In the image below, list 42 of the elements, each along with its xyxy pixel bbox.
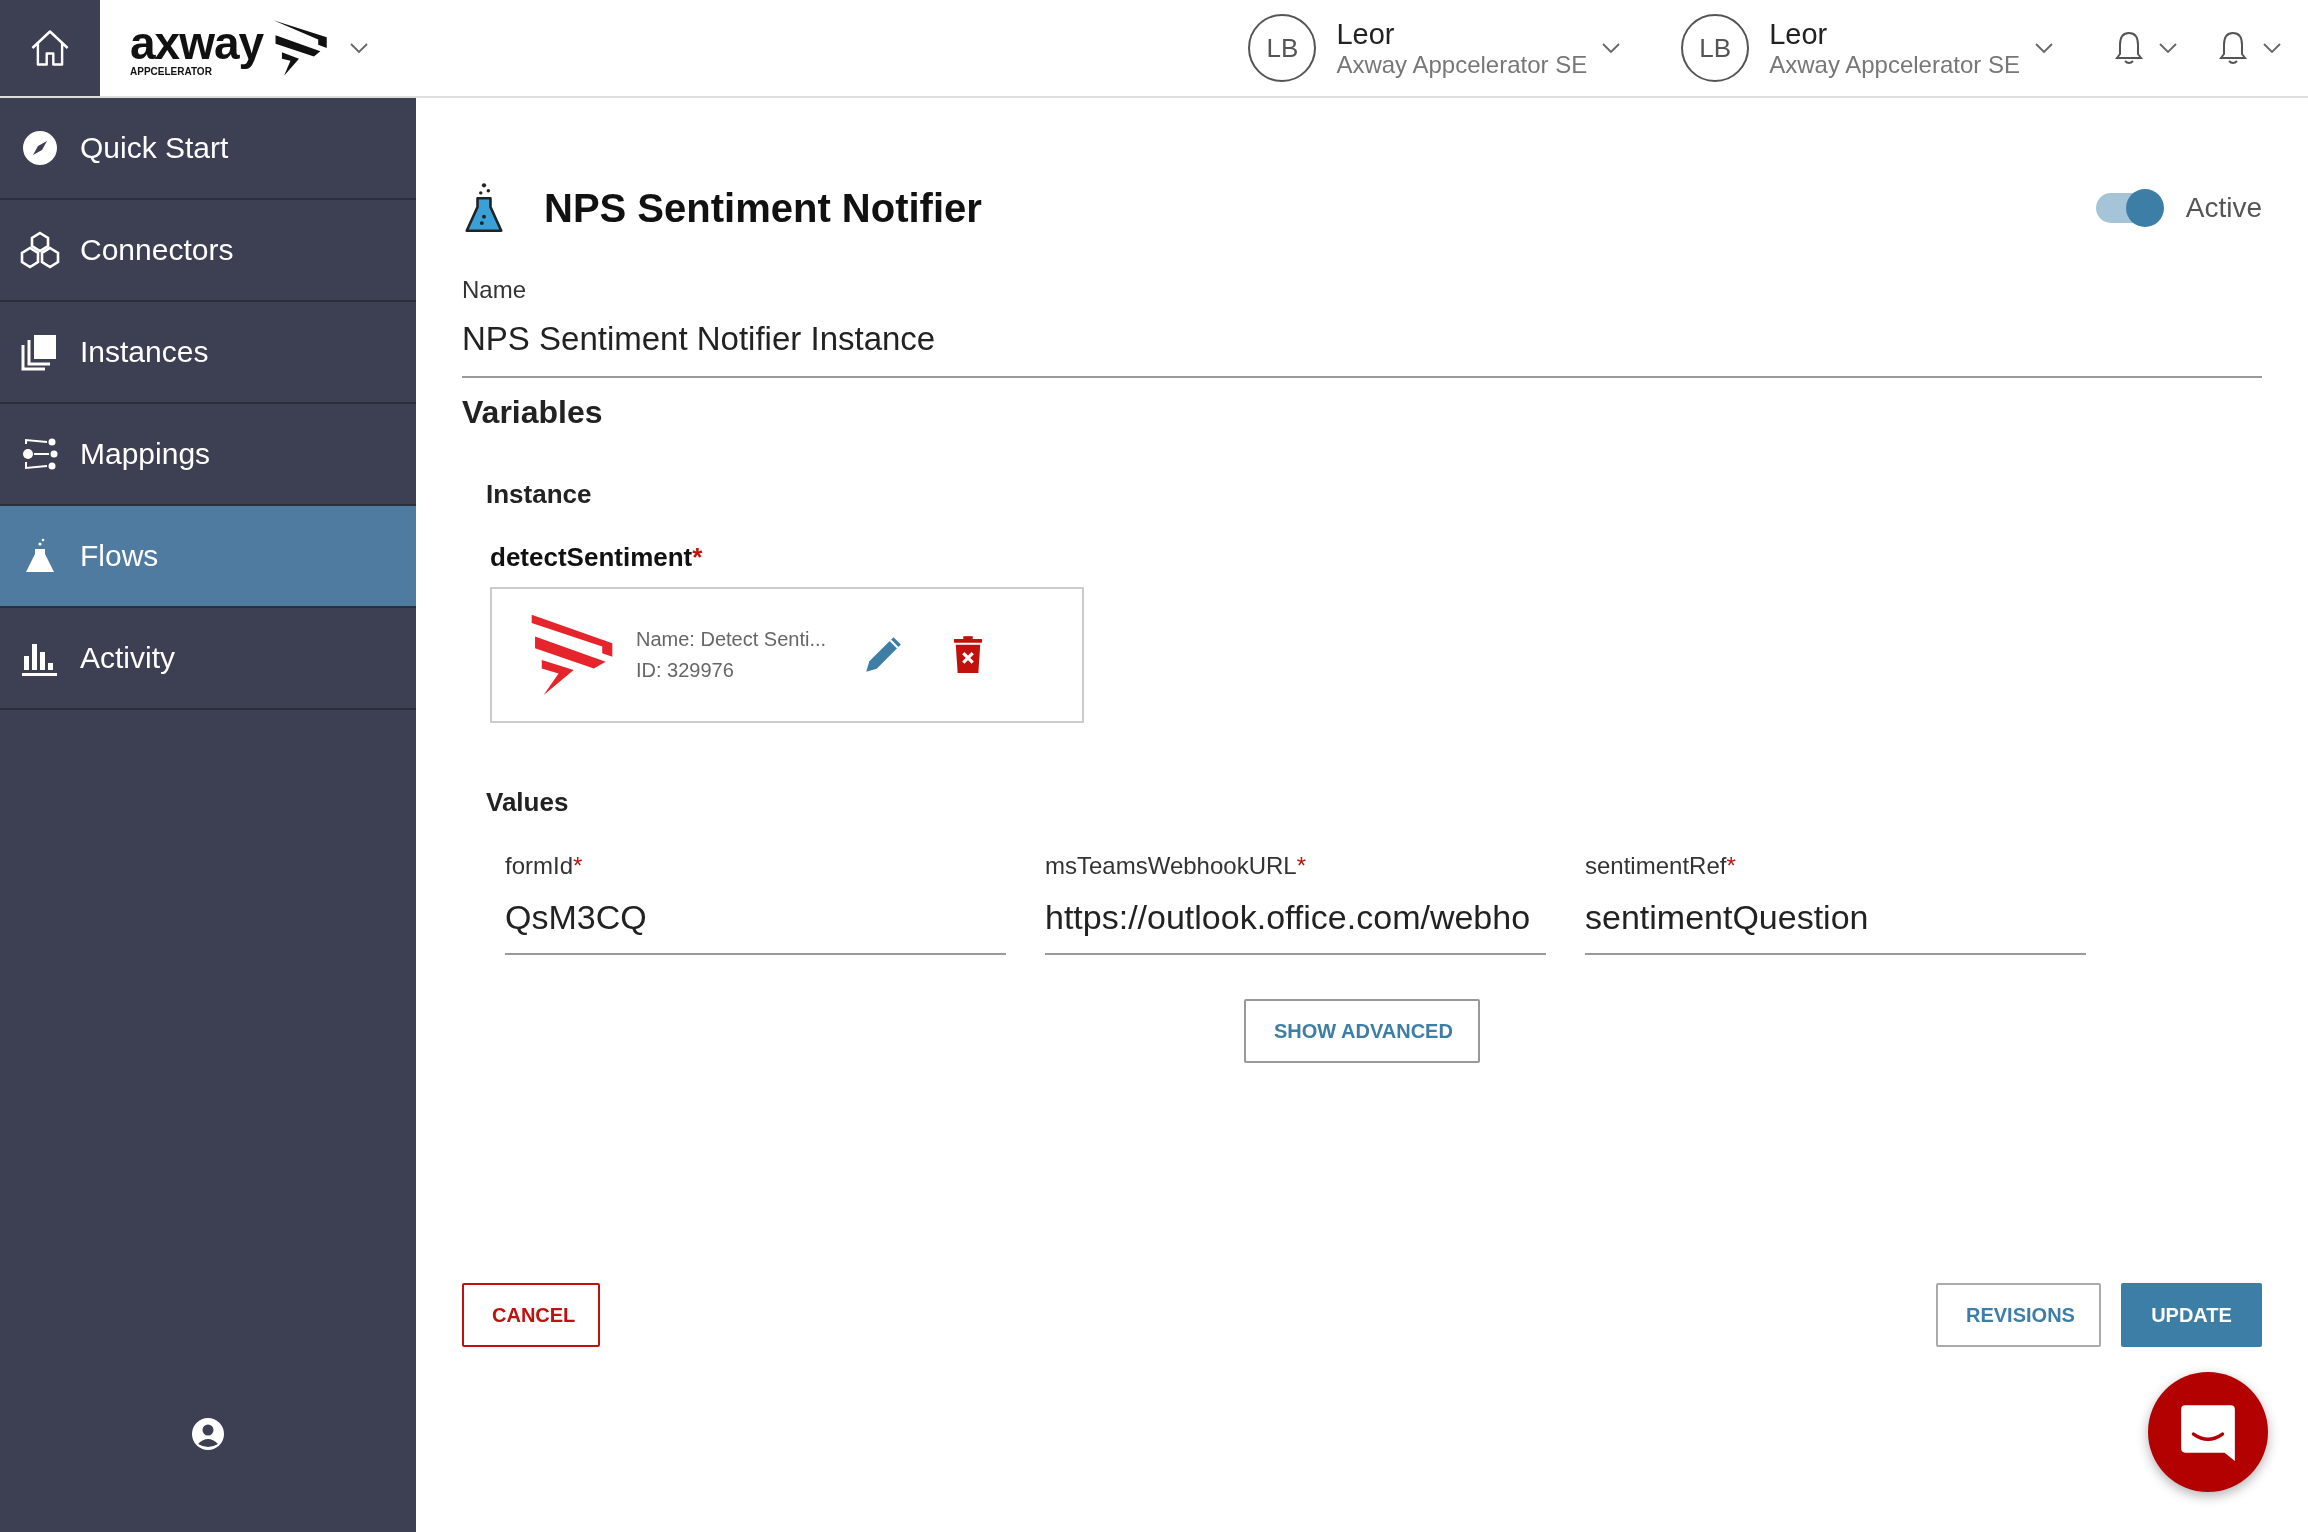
user-name: Leor <box>1336 17 1396 51</box>
chevron-down-icon[interactable] <box>2158 42 2178 54</box>
toggle-label: Active <box>2185 192 2262 224</box>
instance-id: ID: 329976 <box>636 659 735 682</box>
avatar[interactable]: LB <box>1248 14 1317 82</box>
update-button[interactable]: UPDATE <box>2121 1283 2262 1347</box>
nav-item[interactable]: Instances <box>0 302 416 404</box>
avatar[interactable]: LB <box>1681 14 1750 82</box>
user-icon[interactable] <box>190 1416 226 1452</box>
cancel-button[interactable]: CANCEL <box>462 1283 600 1347</box>
field-label: formId* <box>505 852 583 880</box>
chevron-down-icon[interactable] <box>349 42 370 54</box>
compass-icon <box>20 128 60 168</box>
org-name: Axway Appcelerator SE <box>1336 50 1588 79</box>
user-name: Leor <box>1769 17 1829 51</box>
logo-icon <box>530 613 614 697</box>
nav-item[interactable]: Activity <box>0 608 416 710</box>
chevron-down-icon[interactable] <box>2034 42 2054 54</box>
section-heading: Variables <box>462 394 604 431</box>
bell-icon[interactable] <box>2114 30 2144 66</box>
bell-icon[interactable] <box>2218 30 2248 66</box>
instance-name: Name: Detect Senti... <box>636 628 828 651</box>
show-advanced-button[interactable]: SHOW ADVANCED <box>1244 999 1480 1063</box>
field-label: detectSentiment* <box>490 542 703 573</box>
nav-item[interactable]: Connectors <box>0 200 416 302</box>
subsection-heading: Values <box>486 787 570 818</box>
field-label: Name <box>462 276 528 304</box>
delete-icon[interactable] <box>952 635 984 675</box>
org-name: Axway Appcelerator SE <box>1769 50 2020 79</box>
logo-subtitle: APPCELERATOR <box>130 65 212 77</box>
home-button[interactable] <box>0 0 100 96</box>
subsection-heading: Instance <box>486 479 593 510</box>
nav-item[interactable]: Quick Start <box>0 98 416 200</box>
chat-button[interactable] <box>2148 1372 2268 1492</box>
nav-item[interactable]: Flows <box>0 506 416 608</box>
field-label: sentimentRef* <box>1585 852 1736 880</box>
chevron-down-icon[interactable] <box>1601 42 1622 54</box>
page-title: NPS Sentiment Notifier <box>544 185 982 231</box>
revisions-button[interactable]: REVISIONS <box>1936 1283 2101 1347</box>
field-label: msTeamsWebhookURL* <box>1045 852 1306 880</box>
cubes-icon <box>20 230 60 270</box>
chevron-down-icon[interactable] <box>2262 42 2282 54</box>
